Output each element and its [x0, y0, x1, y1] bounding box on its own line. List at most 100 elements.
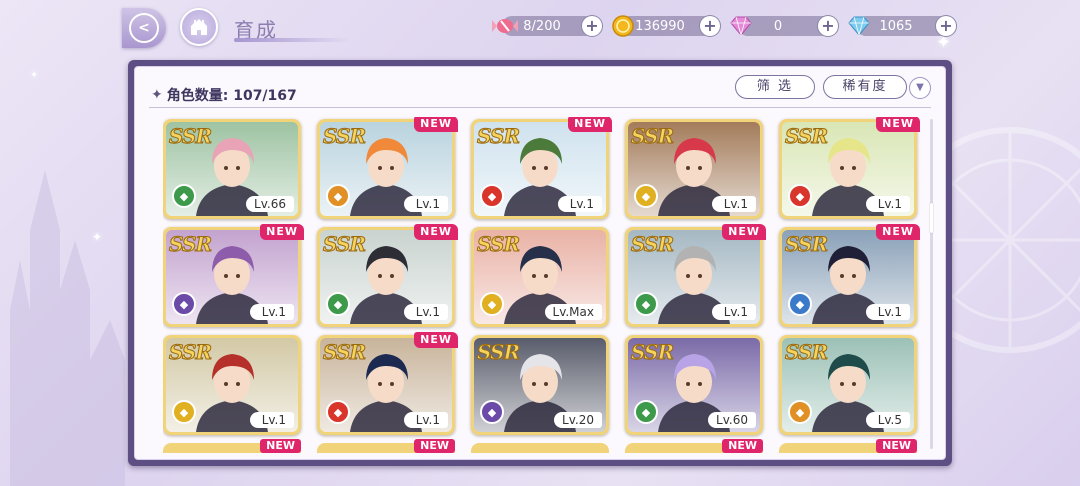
chevron-down-icon: ▼	[916, 82, 924, 93]
sparkle-decoration: ✦	[30, 70, 39, 81]
new-badge: NEW	[260, 439, 301, 453]
sort-order-toggle[interactable]: ▼	[909, 77, 931, 99]
add-candy-button[interactable]: +	[582, 16, 602, 36]
rarity-badge: SSR	[630, 232, 674, 257]
sparkle-icon: ✦	[151, 87, 163, 103]
character-portrait: SSR ◆ Lv.66	[166, 122, 298, 216]
level-label: Lv.1	[404, 304, 448, 320]
character-card-partial[interactable]: NEW	[163, 439, 301, 453]
attribute-icon: ◆	[480, 292, 504, 316]
back-arrow-icon: <	[129, 13, 159, 43]
level-label: Lv.5	[866, 412, 910, 428]
attribute-icon: ◆	[326, 184, 350, 208]
level-label: Lv.1	[404, 412, 448, 428]
rarity-badge: SSR	[322, 232, 366, 257]
character-count: ✦ 角色数量: 107/167	[151, 85, 297, 105]
character-portrait: SSR ◆ Lv.1	[628, 230, 760, 324]
rarity-badge: SSR	[784, 232, 828, 257]
resource-blue-gem: 1065 +	[848, 16, 956, 36]
character-portrait: SSR ◆ Lv.1	[474, 122, 606, 216]
character-card[interactable]: SSR ◆ Lv.1	[163, 335, 301, 435]
scrollbar[interactable]	[930, 119, 933, 449]
character-card[interactable]: SSR ◆ Lv.1 NEW	[317, 332, 458, 435]
candy-icon	[492, 13, 518, 39]
back-button[interactable]: <	[122, 8, 166, 48]
rarity-badge: SSR	[476, 340, 520, 365]
new-badge: NEW	[414, 439, 455, 453]
title-underline-decoration	[234, 38, 350, 42]
header-divider	[149, 107, 931, 108]
rarity-badge: SSR	[784, 340, 828, 365]
add-pink-gem-button[interactable]: +	[818, 16, 838, 36]
sort-rarity-button[interactable]: 稀有度	[823, 75, 907, 99]
character-portrait: SSR ◆ Lv.1	[320, 122, 452, 216]
home-button[interactable]	[180, 8, 218, 46]
attribute-icon: ◆	[172, 400, 196, 424]
new-badge: NEW	[260, 224, 304, 240]
level-label: Lv.Max	[544, 304, 602, 320]
character-card[interactable]: SSR ◆ Lv.1 NEW	[779, 117, 920, 219]
character-portrait: SSR ◆ Lv.1	[628, 122, 760, 216]
character-portrait: SSR ◆ Lv.20	[474, 338, 606, 432]
level-label: Lv.1	[250, 304, 294, 320]
level-label: Lv.1	[712, 196, 756, 212]
rarity-badge: SSR	[476, 124, 520, 149]
character-portrait: SSR ◆ Lv.5	[782, 338, 914, 432]
level-label: Lv.1	[558, 196, 602, 212]
character-portrait: SSR ◆ Lv.Max	[474, 230, 606, 324]
coin-icon	[610, 13, 636, 39]
character-card[interactable]: SSR ◆ Lv.1 NEW	[317, 224, 458, 327]
rarity-badge: SSR	[322, 340, 366, 365]
level-label: Lv.60	[708, 412, 756, 428]
new-badge: NEW	[722, 224, 766, 240]
character-count-text: 角色数量: 107/167	[166, 88, 297, 104]
new-badge: NEW	[876, 439, 917, 453]
level-label: Lv.1	[712, 304, 756, 320]
level-label: Lv.1	[866, 196, 910, 212]
attribute-icon: ◆	[480, 400, 504, 424]
character-card[interactable]: SSR ◆ Lv.60	[625, 335, 763, 435]
new-badge: NEW	[414, 224, 458, 240]
new-badge: NEW	[414, 332, 458, 348]
character-card[interactable]: SSR ◆ Lv.5	[779, 335, 917, 435]
attribute-icon: ◆	[326, 400, 350, 424]
level-label: Lv.1	[866, 304, 910, 320]
add-coin-button[interactable]: +	[700, 16, 720, 36]
character-portrait: SSR ◆ Lv.1	[166, 338, 298, 432]
attribute-icon: ◆	[788, 184, 812, 208]
character-card-partial[interactable]: NEW	[317, 439, 455, 453]
character-card[interactable]: SSR ◆ Lv.1 NEW	[317, 117, 458, 219]
new-badge: NEW	[568, 117, 612, 132]
character-card[interactable]: SSR ◆ Lv.Max	[471, 227, 609, 327]
character-card[interactable]: SSR ◆ Lv.1	[625, 119, 763, 219]
character-card[interactable]: SSR ◆ Lv.66	[163, 119, 301, 219]
add-blue-gem-button[interactable]: +	[936, 16, 956, 36]
attribute-icon: ◆	[172, 292, 196, 316]
level-label: Lv.66	[246, 196, 294, 212]
scrollbar-thumb[interactable]	[930, 203, 933, 233]
rarity-badge: SSR	[630, 124, 674, 149]
castle-silhouette-decoration	[10, 170, 125, 486]
character-portrait: SSR ◆ Lv.1	[320, 338, 452, 432]
character-card-partial[interactable]: NEW	[625, 439, 763, 453]
character-portrait: SSR ◆ Lv.1	[166, 230, 298, 324]
character-card[interactable]: SSR ◆ Lv.1 NEW	[625, 224, 766, 327]
character-card-partial[interactable]: NEW	[779, 439, 917, 453]
filter-button[interactable]: 筛 选	[735, 75, 815, 99]
character-portrait: SSR ◆ Lv.60	[628, 338, 760, 432]
character-card[interactable]: SSR ◆ Lv.1 NEW	[471, 117, 612, 219]
level-label: Lv.1	[404, 196, 448, 212]
resource-pink-gem: 0 +	[730, 16, 838, 36]
character-card[interactable]: SSR ◆ Lv.1 NEW	[163, 224, 304, 327]
rarity-badge: SSR	[168, 232, 212, 257]
character-card-partial[interactable]	[471, 443, 609, 453]
attribute-icon: ◆	[634, 184, 658, 208]
character-card[interactable]: SSR ◆ Lv.1 NEW	[779, 224, 920, 327]
attribute-icon: ◆	[634, 292, 658, 316]
attribute-icon: ◆	[788, 400, 812, 424]
new-badge: NEW	[414, 117, 458, 132]
character-card[interactable]: SSR ◆ Lv.20	[471, 335, 609, 435]
rarity-badge: SSR	[322, 124, 366, 149]
resource-coin: 136990 +	[612, 15, 720, 37]
level-label: Lv.1	[250, 412, 294, 428]
